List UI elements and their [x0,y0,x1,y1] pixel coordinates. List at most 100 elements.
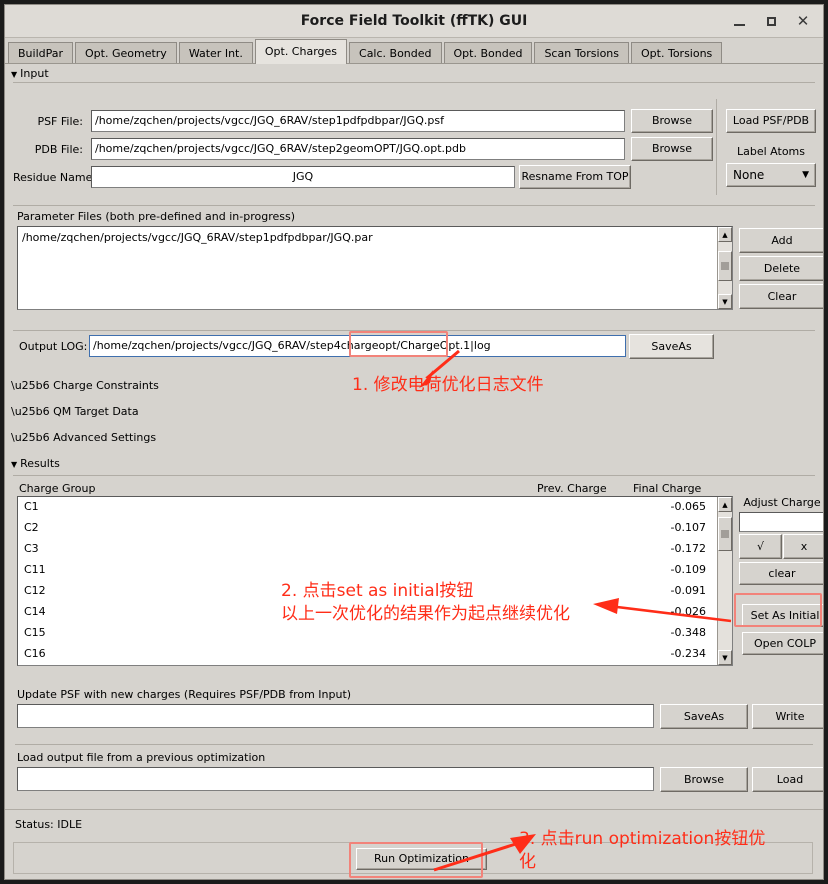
table-row[interactable]: C2 -0.107 [18,518,732,539]
table-row[interactable]: C16 -0.234 [18,644,732,665]
row-final: -0.234 [670,647,706,660]
row-final: -0.091 [670,584,706,597]
row-final: -0.109 [670,563,706,576]
label-atoms-label: Label Atoms [737,145,805,158]
output-log-input[interactable]: /home/zqchen/projects/vgcc/JGQ_6RAV/step… [89,335,626,357]
tab-opt-torsions[interactable]: Opt. Torsions [631,42,723,63]
parameter-files-scrollbar[interactable]: ▲ ▼ [717,227,732,309]
psf-browse-button[interactable]: Browse [631,109,713,133]
label-atoms-value: None [733,168,765,182]
scrollbar-grip [721,262,729,270]
application-window: Force Field Toolkit (ffTK) GUI ✕ BuildPa… [4,4,824,880]
row-group: C3 [24,542,39,555]
tab-opt-charges[interactable]: Opt. Charges [254,39,348,64]
scroll-up-icon[interactable]: ▲ [718,227,732,242]
input-right-divider [716,99,717,195]
input-group: PSF File: /home/zqchen/projects/vgcc/JGQ… [13,82,816,201]
adjust-accept-button[interactable]: √ [739,534,782,559]
psf-file-label: PSF File: [37,114,83,128]
input-section-toggle[interactable]: ▼ Input [5,64,823,82]
list-item[interactable]: /home/zqchen/projects/vgcc/JGQ_6RAV/step… [18,227,732,244]
adjust-reject-button[interactable]: x [783,534,823,559]
scrollbar-grip [721,530,729,538]
update-psf-write-button[interactable]: Write [752,704,823,729]
results-section-toggle[interactable]: ▼ Results [5,446,823,472]
input-section-label: Input [20,67,49,80]
open-colp-button[interactable]: Open COLP [742,632,823,655]
set-as-initial-button[interactable]: Set As Initial [742,604,823,627]
load-output-input[interactable] [17,767,654,791]
table-row[interactable]: C15 -0.348 [18,623,732,644]
scroll-down-icon[interactable]: ▼ [718,650,732,665]
tab-scan-torsions[interactable]: Scan Torsions [534,42,630,63]
results-group: Charge Group Prev. Charge Final Charge C… [13,475,823,680]
load-output-load-button[interactable]: Load [752,767,823,792]
parameter-files-group: Parameter Files (both pre-defined and in… [13,205,823,324]
chevron-down-icon: ▼ [802,170,809,180]
row-group: C16 [24,647,46,660]
pdb-row: PDB File: /home/zqchen/projects/vgcc/JGQ… [13,137,713,161]
scrollbar-thumb[interactable] [718,517,732,551]
load-output-label: Load output file from a previous optimiz… [17,751,266,764]
psf-row: PSF File: /home/zqchen/projects/vgcc/JGQ… [13,109,713,133]
status-label: Status: IDLE [15,818,83,831]
resname-from-top-button[interactable]: Resname From TOP [519,165,631,189]
parameter-clear-button[interactable]: Clear [739,284,823,309]
psf-file-input[interactable]: /home/zqchen/projects/vgcc/JGQ_6RAV/step… [91,110,625,132]
title-bar: Force Field Toolkit (ffTK) GUI ✕ [5,5,823,38]
screenshot-root: Force Field Toolkit (ffTK) GUI ✕ BuildPa… [0,0,828,884]
pdb-browse-button[interactable]: Browse [631,137,713,161]
results-section-label: Results [20,457,60,470]
residue-name-input[interactable]: JGQ [91,166,515,188]
parameter-add-button[interactable]: Add [739,228,823,253]
triangle-down-icon-results: ▼ [11,460,18,469]
update-psf-saveas-button[interactable]: SaveAs [660,704,748,729]
load-output-browse-button[interactable]: Browse [660,767,748,792]
charge-constraints-toggle[interactable]: \u25b6 Charge Constraints [5,367,823,394]
parameter-delete-button[interactable]: Delete [739,256,823,281]
window-title: Force Field Toolkit (ffTK) GUI [300,13,528,29]
tab-bar: BuildPar Opt. Geometry Water Int. Opt. C… [5,38,823,64]
window-controls: ✕ [725,5,817,37]
scroll-up-icon[interactable]: ▲ [718,497,732,512]
adjust-charge-input[interactable] [739,512,823,532]
tab-calc-bonded[interactable]: Calc. Bonded [349,42,442,63]
parameter-files-list[interactable]: /home/zqchen/projects/vgcc/JGQ_6RAV/step… [17,226,733,310]
row-group: C14 [24,605,46,618]
table-row[interactable]: C3 -0.172 [18,539,732,560]
adjust-clear-button[interactable]: clear [739,562,823,585]
qm-target-data-toggle[interactable]: \u25b6 QM Target Data [5,394,823,420]
advanced-settings-toggle[interactable]: \u25b6 Advanced Settings [5,420,823,446]
tab-opt-bonded[interactable]: Opt. Bonded [443,42,533,63]
pdb-file-input[interactable]: /home/zqchen/projects/vgcc/JGQ_6RAV/step… [91,138,625,160]
table-row[interactable]: C1 -0.065 [18,497,732,518]
maximize-icon[interactable] [757,8,785,34]
row-group: C15 [24,626,46,639]
row-group: C2 [24,521,39,534]
section-divider [15,744,813,745]
close-icon[interactable]: ✕ [789,8,817,34]
scroll-down-icon[interactable]: ▼ [718,294,732,309]
load-psfpdb-button[interactable]: Load PSF/PDB [726,109,816,133]
opt-charges-panel: ▼ Input PSF File: /home/zqchen/projects/v… [5,64,823,879]
triangle-down-icon: ▼ [11,70,18,79]
scrollbar-thumb[interactable] [718,251,732,281]
label-atoms-select[interactable]: None ▼ [726,163,816,187]
output-log-saveas-button[interactable]: SaveAs [629,334,714,359]
table-row[interactable]: C12 -0.091 [18,581,732,602]
results-scrollbar[interactable]: ▲ ▼ [717,497,732,665]
row-final: -0.065 [670,500,706,513]
update-psf-input[interactable] [17,704,654,728]
column-final-charge: Final Charge [633,482,702,495]
row-final: -0.172 [670,542,706,555]
row-group: C12 [24,584,46,597]
table-row[interactable]: C14 -0.026 [18,602,732,623]
table-row[interactable]: C11 -0.109 [18,560,732,581]
tab-opt-geometry[interactable]: Opt. Geometry [75,42,177,63]
run-optimization-button[interactable]: Run Optimization [356,848,487,870]
advanced-settings-label: \u25b6 Advanced Settings [11,431,157,444]
tab-water-int[interactable]: Water Int. [178,42,253,63]
minimize-icon[interactable] [725,8,753,34]
tab-buildpar[interactable]: BuildPar [8,42,74,63]
results-table[interactable]: C1 -0.065 C2 -0.107 C3 -0.172 C11 -0.109 [17,496,733,666]
